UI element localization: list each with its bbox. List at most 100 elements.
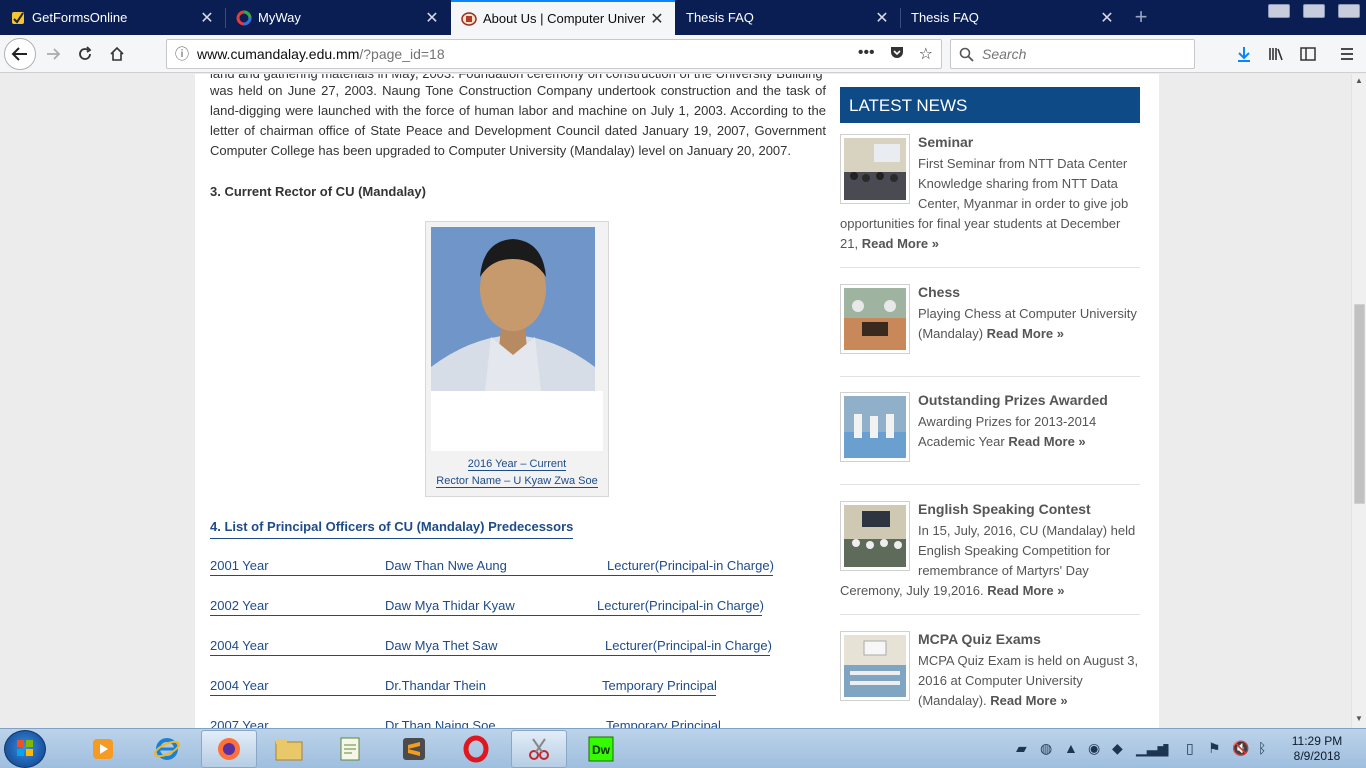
url-path: /?page_id=18 [359,46,445,62]
tray-flag-icon[interactable]: ⚑ [1208,740,1221,757]
read-more-link[interactable]: Read More » [990,693,1067,708]
section-4-heading[interactable]: 4. List of Principal Officers of CU (Man… [210,519,574,539]
read-more-link[interactable]: Read More » [987,326,1064,341]
principal-row[interactable]: 2004 Year Daw Mya Thet Saw Lecturer(Prin… [210,636,772,656]
search-input[interactable] [982,46,1182,62]
tab-thesis-faq-1[interactable]: Thesis FAQ ✕ [676,0,900,35]
site-info-icon[interactable]: ⓘ [167,44,197,64]
firefox-icon[interactable] [201,730,257,768]
news-title[interactable]: Seminar [918,134,973,150]
tab-thesis-faq-2[interactable]: Thesis FAQ ✕ [901,0,1125,35]
principal-role: Lecturer(Principal-in Charge) [605,638,772,653]
news-item: MCPA Quiz Exams MCPA Quiz Exam is held o… [840,631,1140,728]
snipping-tool-icon[interactable] [511,730,567,768]
news-text: Playing Chess at Computer University (Ma… [918,306,1137,341]
menu-hamburger-icon[interactable] [1336,43,1358,65]
reload-button[interactable] [70,39,100,69]
library-icon[interactable] [1265,43,1287,65]
bookmark-star-icon[interactable]: ☆ [919,44,933,64]
principal-row[interactable]: 2002 Year Daw Mya Thidar Kyaw Lecturer(P… [210,596,764,616]
tab-getformsonline[interactable]: GetFormsOnline ✕ [0,0,225,35]
principal-year: 2007 Year [210,718,269,728]
tray-bluetooth-icon[interactable]: ᛒ [1258,740,1266,756]
forward-button[interactable] [38,39,68,69]
media-player-icon[interactable] [75,730,131,768]
page-actions-icon[interactable]: ••• [858,44,875,64]
rector-photo [431,227,595,391]
principal-role: Lecturer(Principal-in Charge) [597,598,764,613]
news-item: Chess Playing Chess at Computer Universi… [840,284,1140,377]
close-tab-icon[interactable]: ✕ [195,8,219,28]
tab-title: MyWay [258,10,301,25]
news-item: Outstanding Prizes Awarded Awarding Priz… [840,392,1140,485]
news-title[interactable]: Chess [918,284,960,300]
clock-date: 8/9/2018 [1293,749,1341,763]
minimize-window-icon[interactable] [1268,4,1290,18]
url-host: www.cumandalay.edu.mm [197,46,360,62]
news-text: MCPA Quiz Exam is held on August 3, 2016… [918,653,1139,708]
principal-role: Lecturer(Principal-in Charge) [607,558,774,573]
back-button[interactable] [4,38,36,70]
maximize-window-icon[interactable] [1303,4,1325,18]
close-tab-icon[interactable]: ✕ [420,8,444,28]
rector-photo-card: 2016 Year – Current Rector Name – U Kyaw… [425,221,609,497]
news-title[interactable]: MCPA Quiz Exams [918,631,1041,647]
tray-usb-icon[interactable]: ▮ [1162,740,1170,757]
file-explorer-icon[interactable] [261,730,317,768]
notepadpp-icon[interactable] [323,730,379,768]
opera-icon[interactable] [448,730,504,768]
close-tab-icon[interactable]: ✕ [645,9,669,29]
taskbar-clock[interactable]: 11:29 PM 8/9/2018 [1282,734,1352,764]
read-more-link[interactable]: Read More » [987,583,1064,598]
new-tab-icon[interactable]: + [1128,5,1154,29]
page-content: land and gathering materials in May, 200… [195,74,1159,728]
read-more-link[interactable]: Read More » [1008,434,1085,449]
tray-battery-icon[interactable]: ▯ [1186,740,1194,757]
sublime-text-icon[interactable] [386,730,442,768]
tray-globe-icon[interactable]: ◍ [1040,740,1052,757]
tab-title: About Us | Computer University [483,11,645,26]
scroll-down-icon[interactable]: ▼ [1355,714,1363,723]
svg-text:Dw: Dw [592,743,611,757]
tab-myway[interactable]: MyWay ✕ [226,0,450,35]
principal-row[interactable]: 2001 Year Daw Than Nwe Aung Lecturer(Pri… [210,556,774,576]
tray-network-share-icon[interactable]: ▰ [1016,740,1027,757]
downloads-icon[interactable] [1233,43,1255,65]
page-scrollbar[interactable]: ▲ ▼ [1351,74,1366,728]
article-paragraph: was held on June 27, 2003. Naung Tone Co… [210,83,826,158]
url-text[interactable]: www.cumandalay.edu.mm/?page_id=18 [197,46,858,62]
read-more-link[interactable]: Read More » [862,236,939,251]
tab-about-us[interactable]: About Us | Computer University ✕ [451,0,675,35]
news-title[interactable]: Outstanding Prizes Awarded [918,392,1108,408]
getforms-favicon-icon [12,11,24,24]
principal-row[interactable]: 2007 Year Dr.Than Naing Soe Temporary Pr… [210,716,721,728]
clock-time: 11:29 PM [1291,734,1343,748]
tray-app-icon[interactable]: ◉ [1088,740,1100,757]
rector-caption-name: Rector Name – U Kyaw Zwa Soe [436,475,598,488]
home-icon [110,46,124,61]
principal-row[interactable]: 2004 Year Dr.Thandar Thein Temporary Pri… [210,676,717,696]
tray-update-icon[interactable]: ▲ [1064,740,1078,756]
address-bar[interactable]: ⓘ www.cumandalay.edu.mm/?page_id=18 ••• … [166,39,942,69]
close-window-icon[interactable] [1338,4,1360,18]
scroll-up-icon[interactable]: ▲ [1355,76,1363,85]
tray-action-center-icon[interactable]: ◆ [1112,740,1123,757]
sidebar-toggle-icon[interactable] [1297,43,1319,65]
university-favicon-icon [461,11,477,26]
myway-favicon-icon [236,10,252,25]
start-button[interactable] [4,730,46,768]
tray-volume-muted-icon[interactable]: 🔇 [1232,740,1249,757]
pocket-icon[interactable] [889,44,905,60]
close-tab-icon[interactable]: ✕ [870,8,894,28]
dreamweaver-icon[interactable]: Dw [573,730,629,768]
internet-explorer-icon[interactable] [139,730,195,768]
close-tab-icon[interactable]: ✕ [1095,8,1119,28]
news-title[interactable]: English Speaking Contest [918,501,1091,517]
search-icon [959,47,974,62]
news-text: Awarding Prizes for 2013-2014 Academic Y… [918,414,1097,449]
principal-name: Daw Mya Thidar Kyaw [385,598,515,613]
photo-frame-white [431,391,603,451]
scrollbar-thumb[interactable] [1354,304,1365,504]
search-bar[interactable] [950,39,1195,69]
home-button[interactable] [102,39,132,69]
